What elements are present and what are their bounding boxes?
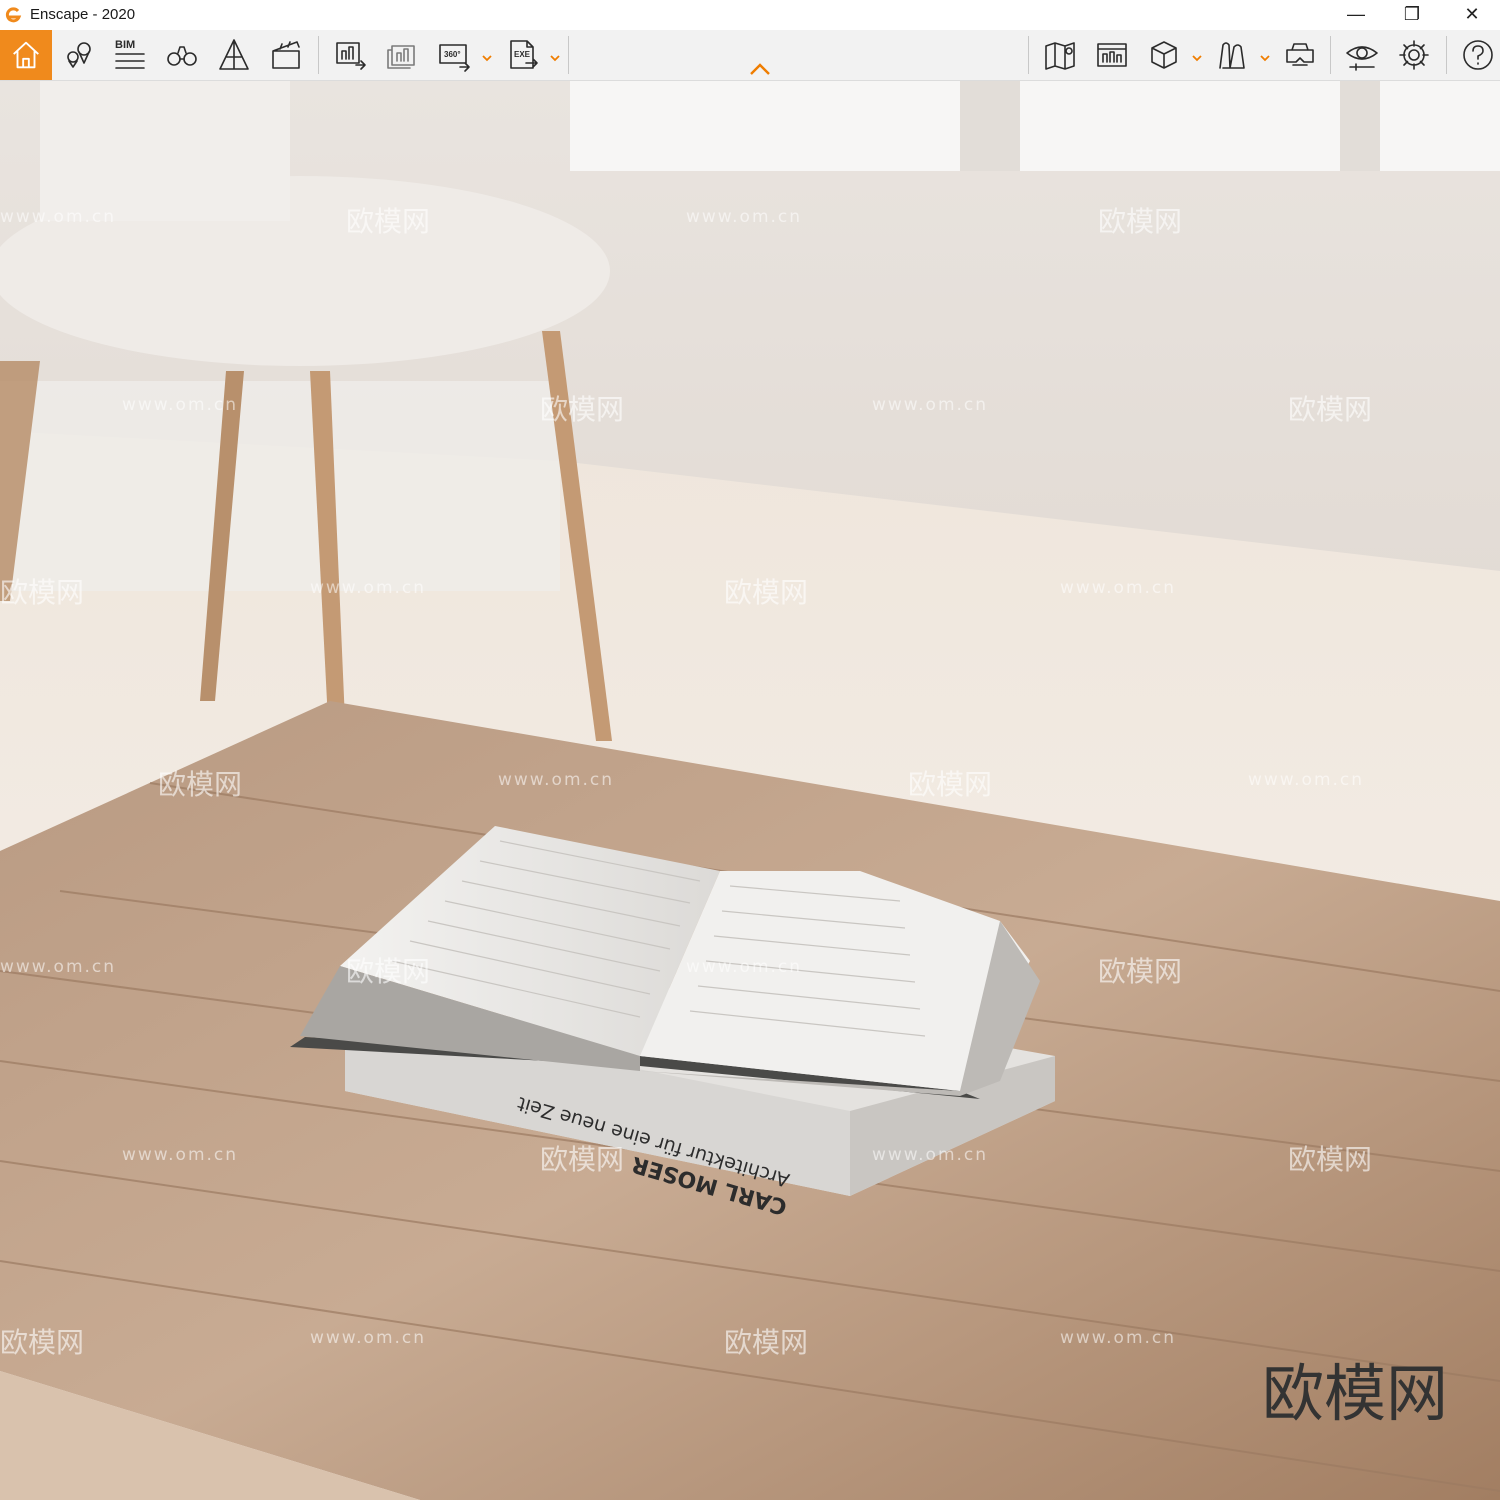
export-dropdown[interactable] [550,50,560,62]
settings-button[interactable] [1392,33,1436,77]
chevron-down-icon [1260,55,1270,62]
watermark-cn: 欧模网 [724,1326,809,1359]
help-button[interactable] [1456,33,1500,77]
watermark: www.om.cn [122,1145,239,1165]
video-editor-button[interactable] [264,33,308,77]
views-button[interactable] [1090,33,1134,77]
watermark-cn: 欧模网 [346,955,431,988]
watermark-cn: 欧模网 [1288,1143,1373,1176]
batch-render-icon [387,45,415,69]
sofa [0,381,560,591]
watermark: www.om.cn [310,578,427,598]
panorama-button[interactable]: 360° [432,33,476,77]
toolbar-separator [1330,36,1331,74]
asset-library-dropdown[interactable] [1260,50,1270,62]
bim-label: BIM [115,39,135,51]
watermark: www.om.cn [1248,770,1365,790]
materials-button[interactable] [1142,33,1186,77]
watermark-cn: 欧模网 [0,1326,85,1359]
brand-watermark: 欧模网 [1262,1357,1449,1430]
panorama-label: 360° [444,50,461,59]
perspective-icon [219,39,249,70]
batch-render-button[interactable] [380,33,424,77]
panorama-dropdown[interactable] [482,50,492,62]
cube-icon [1151,41,1177,69]
home-button[interactable] [0,30,52,80]
asset-library-icon [1219,42,1245,69]
screenshot-button[interactable] [328,33,372,77]
title-bar: Enscape - 2020 — ❐ ✕ [0,0,1500,30]
watermark: www.om.cn [0,207,117,227]
watermark: www.om.cn [686,957,803,977]
home-icon [13,41,39,69]
vr-button[interactable] [1278,33,1322,77]
toolbar-separator [318,36,319,74]
watermark-cn: 欧模网 [540,1143,625,1176]
render-viewport[interactable]: CARL MOSER Architektur für eine neue Zei… [0,81,1500,1500]
chair-back [40,81,290,221]
collapse-toolbar-button[interactable] [748,62,772,76]
watermark: www.om.cn [1060,1328,1177,1348]
exe-label: EXE [514,50,531,59]
watermark: www.om.cn [122,395,239,415]
watermark-cn: 欧模网 [540,393,625,426]
export-exe-button[interactable]: EXE [500,33,544,77]
watermark: www.om.cn [686,207,803,227]
vr-headset-icon [1286,43,1314,66]
location-button[interactable] [56,33,100,77]
toolbar: BIM 360° EXE [0,30,1500,81]
watermark: www.om.cn [0,957,117,977]
toolbar-separator [1446,36,1447,74]
restore-button[interactable]: ❐ [1384,0,1440,30]
watermark: www.om.cn [872,1145,989,1165]
chevron-down-icon [1192,55,1202,62]
perspective-button[interactable] [212,33,256,77]
bim-list-icon: BIM [115,39,145,69]
watermark: www.om.cn [310,1328,427,1348]
chevron-down-icon [550,55,560,62]
screenshot-icon [336,42,366,70]
binoculars-icon [167,46,197,66]
asset-library-button[interactable] [1210,33,1254,77]
toolbar-separator [568,36,569,74]
chevron-up-icon [750,63,770,75]
panorama-360-icon: 360° [439,44,470,72]
watermark-cn: 欧模网 [908,768,993,801]
minimize-button[interactable]: — [1328,0,1384,30]
toolbar-separator [1028,36,1029,74]
views-list-icon [1097,43,1127,67]
watermark-cn: 欧模网 [1098,955,1183,988]
clapperboard-icon [272,41,300,69]
walk-mode-button[interactable] [160,33,204,77]
visual-settings-button[interactable] [1340,33,1384,77]
chevron-down-icon [482,55,492,62]
enscape-logo-icon [4,6,22,24]
map-icon [1045,42,1075,70]
watermark: www.om.cn [498,770,615,790]
location-pins-icon [67,42,91,68]
materials-dropdown[interactable] [1192,50,1202,62]
visual-settings-icon [1346,46,1378,71]
close-button[interactable]: ✕ [1444,0,1500,30]
watermark-cn: 欧模网 [346,205,431,238]
window-mullion [960,81,1020,171]
watermark-cn: 欧模网 [1098,205,1183,238]
help-icon [1463,40,1493,70]
watermark-cn: 欧模网 [158,768,243,801]
bim-button[interactable]: BIM [108,33,152,77]
watermark: www.om.cn [1060,578,1177,598]
window-mullion [1340,81,1380,171]
window-title: Enscape - 2020 [30,6,136,23]
watermark: www.om.cn [872,395,989,415]
map-button[interactable] [1038,33,1082,77]
watermark-cn: 欧模网 [0,576,85,609]
exe-export-icon: EXE [510,40,538,69]
watermark-cn: 欧模网 [724,576,809,609]
watermark-cn: 欧模网 [1288,393,1373,426]
gear-icon [1399,40,1429,70]
